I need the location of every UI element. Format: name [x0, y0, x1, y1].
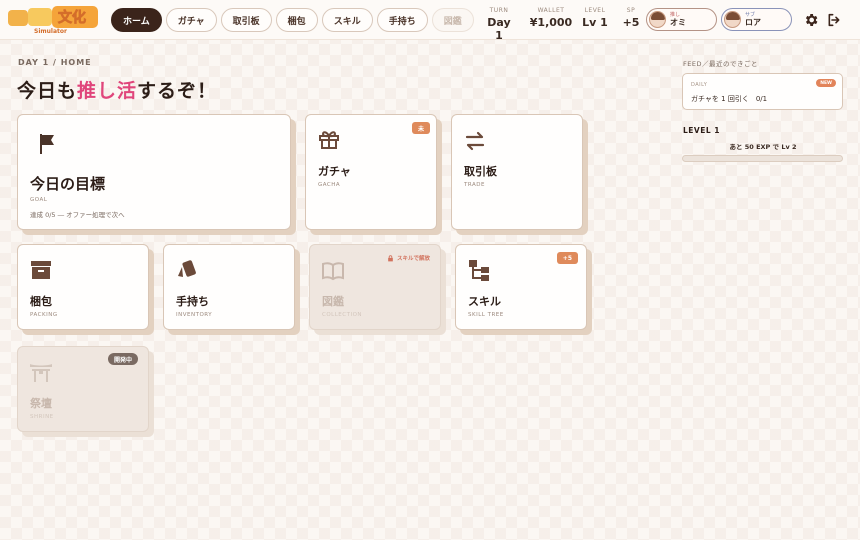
logout-icon[interactable]: [826, 12, 842, 28]
nav-trade[interactable]: 取引板: [220, 8, 272, 32]
lock-icon: [388, 254, 393, 261]
app-logo[interactable]: 文化 Simulator: [6, 4, 102, 36]
inventory-sub: INVENTORY: [176, 312, 213, 318]
level-value: Lv 1: [582, 16, 608, 29]
goal-sub: GOAL: [30, 197, 48, 203]
title-part2: するぞ！: [137, 80, 218, 102]
goal-progress: 達成 0/5 ― オファー処理で次へ: [30, 211, 125, 219]
character-name: オミ: [670, 17, 686, 27]
svg-text:文化: 文化: [58, 9, 86, 26]
goal-title: 今日の目標: [30, 175, 106, 193]
character-role: サブ: [745, 11, 756, 18]
skill-title: スキル: [468, 295, 501, 308]
gift-box-icon: [319, 131, 339, 149]
title-part1: 今日も: [17, 80, 78, 102]
main-character-pill[interactable]: 推し オミ: [646, 8, 717, 31]
skill-sub: SKILL TREE: [468, 312, 504, 318]
turn-label: TURN: [489, 7, 509, 14]
flag-icon: [40, 134, 54, 154]
shrine-card: 開発中 祭壇 SHRINE: [17, 346, 149, 432]
open-book-icon: [322, 262, 344, 281]
exp-progress-bar: [682, 155, 843, 162]
nav-gacha[interactable]: ガチャ: [165, 8, 217, 32]
lock-text: スキルで解放: [396, 256, 430, 262]
collection-sub: COLLECTION: [322, 312, 363, 318]
breadcrumb: DAY 1 / HOME: [18, 58, 92, 67]
inventory-title: 手持ち: [176, 295, 209, 308]
collection-title: 図鑑: [322, 295, 344, 308]
sp-badge: +5: [556, 252, 578, 264]
new-badge: NEW: [816, 79, 836, 87]
box-icon: [31, 261, 51, 279]
dev-badge: 開発中: [107, 353, 138, 365]
packing-card[interactable]: 梱包 PACKING: [17, 244, 149, 330]
inventory-card[interactable]: 手持ち INVENTORY: [163, 244, 295, 330]
sp-label: SP: [626, 7, 636, 14]
top-bar: 文化 Simulator ホーム ガチャ 取引板 梱包 スキル 手持ち 図鑑 T…: [0, 0, 860, 42]
wallet-stat: WALLET ¥1,000: [528, 7, 574, 29]
cards-icon: [178, 260, 196, 277]
feed-item[interactable]: DAILY NEW ガチャを 1 回引く 0/1: [682, 73, 843, 110]
title-highlight: 推し活: [77, 80, 138, 102]
logo-subtitle: Simulator: [34, 28, 67, 35]
nav-collection: 図鑑: [431, 8, 474, 32]
feed-message: ガチャを 1 回引く 0/1: [691, 95, 768, 103]
status-badge: 未: [411, 122, 430, 134]
main-nav: ホーム ガチャ 取引板 梱包 スキル 手持ち 図鑑: [111, 8, 474, 32]
turn-stat: TURN Day 1: [484, 7, 514, 42]
level-stat: LEVEL Lv 1: [580, 7, 610, 29]
character-name: ロア: [745, 17, 761, 27]
nav-packing[interactable]: 梱包: [275, 8, 318, 32]
avatar: [649, 11, 666, 28]
collection-card: スキルで解放 図鑑 COLLECTION: [309, 244, 441, 330]
feed-kind: DAILY: [691, 82, 708, 88]
packing-sub: PACKING: [30, 312, 58, 318]
trade-title: 取引板: [464, 165, 497, 178]
wallet-value: ¥1,000: [529, 16, 573, 29]
sp-stat: SP +5: [620, 7, 642, 29]
nav-inventory[interactable]: 手持ち: [376, 8, 428, 32]
skill-card[interactable]: +5 スキル SKILL TREE: [455, 244, 587, 330]
character-role: 推し: [670, 11, 681, 18]
turn-value: Day 1: [487, 16, 511, 42]
level-next-text: あと 50 EXP で Lv 2: [729, 143, 797, 151]
packing-title: 梱包: [30, 295, 52, 308]
feed-label: FEED／最近のできごと: [683, 60, 758, 68]
shrine-title: 祭壇: [30, 397, 52, 410]
page-title: 今日も推し活するぞ！: [17, 76, 217, 103]
gacha-sub: GACHA: [318, 182, 341, 188]
sp-value: +5: [622, 16, 640, 29]
swap-arrows-icon: [465, 131, 485, 151]
gacha-title: ガチャ: [318, 165, 351, 178]
level-label: LEVEL: [584, 7, 606, 14]
skill-tree-icon: [469, 260, 489, 281]
avatar: [724, 11, 741, 28]
shrine-sub: SHRINE: [30, 414, 54, 420]
sub-character-pill[interactable]: サブ ロア: [721, 8, 792, 31]
shrine-icon: [30, 364, 52, 382]
nav-skill[interactable]: スキル: [321, 8, 373, 32]
gear-icon[interactable]: [803, 12, 819, 28]
gacha-card[interactable]: 未 ガチャ GACHA: [305, 114, 437, 230]
goal-card[interactable]: 今日の目標 GOAL 達成 0/5 ― オファー処理で次へ: [17, 114, 291, 230]
trade-sub: TRADE: [464, 182, 485, 188]
lock-badge: スキルで解放: [387, 252, 430, 264]
level-panel-title: LEVEL 1: [683, 126, 720, 135]
wallet-label: WALLET: [537, 7, 565, 14]
trade-card[interactable]: 取引板 TRADE: [451, 114, 583, 230]
nav-home[interactable]: ホーム: [111, 8, 162, 32]
